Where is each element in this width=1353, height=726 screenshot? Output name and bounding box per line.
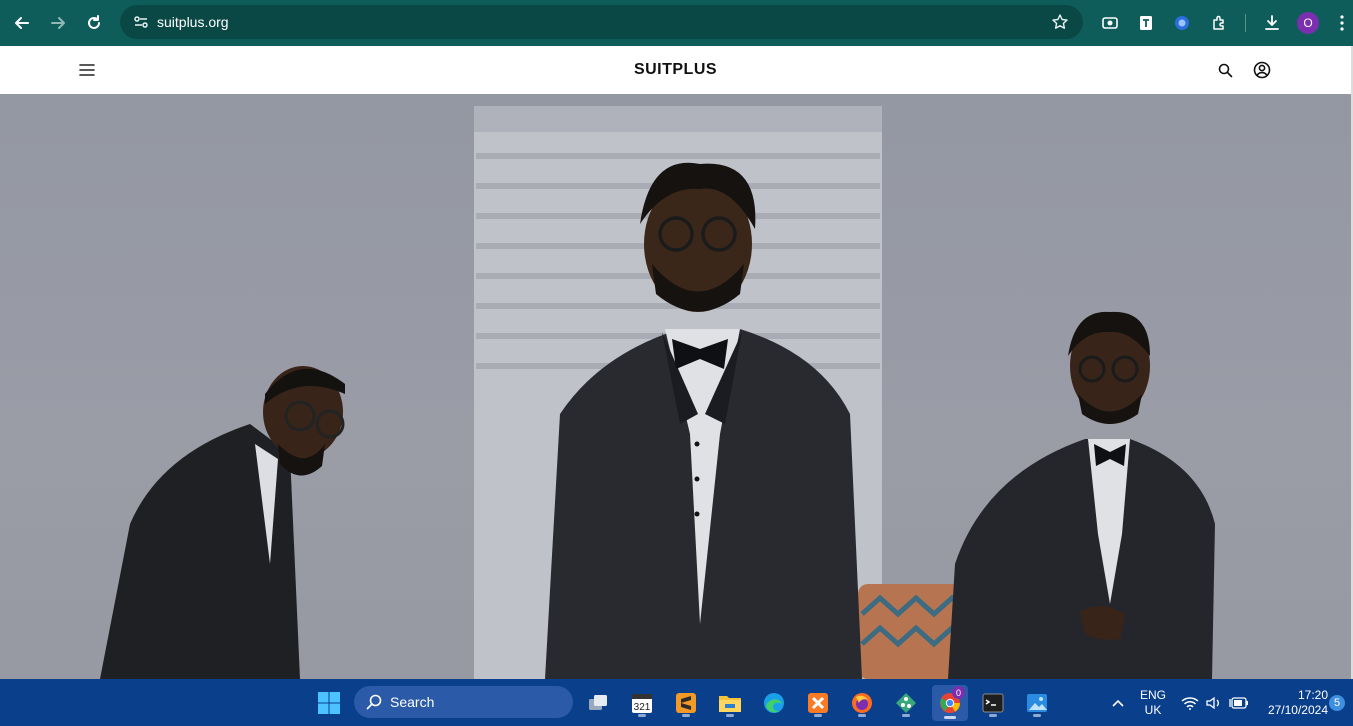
search-icon <box>366 694 382 710</box>
site-header: SUITPLUS <box>0 46 1351 94</box>
running-indicator <box>1033 714 1041 717</box>
profile-avatar[interactable]: O <box>1297 12 1319 34</box>
reload-icon[interactable] <box>76 5 112 41</box>
toolbar-divider <box>1245 14 1246 32</box>
site-info-icon[interactable] <box>126 14 156 30</box>
running-indicator <box>814 714 822 717</box>
text-extension-icon[interactable] <box>1131 8 1161 38</box>
search-icon[interactable] <box>1215 60 1235 80</box>
keyboard-layout: UK <box>1144 703 1162 717</box>
back-icon[interactable] <box>4 5 40 41</box>
site-brand: SUITPLUS <box>633 61 718 78</box>
active-indicator <box>944 716 956 719</box>
language-indicator[interactable]: ENG UK <box>1136 688 1170 718</box>
clock[interactable]: 17:20 27/10/2024 <box>1256 688 1328 718</box>
git-kraken-icon[interactable] <box>890 687 922 719</box>
windows-start-icon[interactable] <box>313 687 345 719</box>
svg-text:321: 321 <box>634 702 651 713</box>
sublime-text-icon[interactable] <box>670 687 702 719</box>
taskbar: Search 321 0 ENG UK 17:20 27/10/2024 5 <box>0 679 1353 726</box>
calendar-app-icon[interactable]: 321 <box>626 687 658 719</box>
running-indicator <box>989 714 997 717</box>
more-menu-icon[interactable] <box>1332 10 1352 36</box>
downloads-icon[interactable] <box>1257 8 1287 38</box>
photos-app-icon[interactable] <box>1021 687 1053 719</box>
volume-icon[interactable] <box>1200 687 1228 719</box>
url-text[interactable]: suitplus.org <box>157 14 229 30</box>
language-code: ENG <box>1139 688 1166 702</box>
task-view-icon[interactable] <box>582 687 614 719</box>
running-indicator <box>726 714 734 717</box>
blue-circle-extension-icon[interactable] <box>1167 8 1197 38</box>
chrome-profile-badge: 0 <box>952 686 965 699</box>
running-indicator <box>638 714 646 717</box>
chrome-taskbar-icon[interactable]: 0 <box>932 685 968 721</box>
xampp-icon[interactable] <box>802 687 834 719</box>
edge-browser-icon[interactable] <box>758 687 790 719</box>
terminal-icon[interactable] <box>977 687 1009 719</box>
hamburger-menu-icon[interactable] <box>77 60 97 80</box>
clock-date: 27/10/2024 <box>1267 703 1328 717</box>
hero-banner-image <box>0 94 1351 679</box>
battery-icon[interactable] <box>1225 687 1253 719</box>
firefox-icon[interactable] <box>846 687 878 719</box>
taskbar-search[interactable]: Search <box>354 686 573 718</box>
browser-toolbar: suitplus.org O <box>0 0 1353 46</box>
screen-capture-extension-icon[interactable] <box>1095 8 1125 38</box>
taskbar-search-label: Search <box>390 694 435 710</box>
web-page: SUITPLUS <box>0 46 1351 679</box>
account-icon[interactable] <box>1251 59 1273 81</box>
clock-time: 17:20 <box>1297 688 1328 702</box>
running-indicator <box>858 714 866 717</box>
extensions-puzzle-icon[interactable] <box>1204 8 1234 38</box>
file-explorer-icon[interactable] <box>714 687 746 719</box>
address-bar[interactable]: suitplus.org <box>120 5 1083 39</box>
forward-icon[interactable] <box>40 5 76 41</box>
show-hidden-icons-chevron-icon[interactable] <box>1104 687 1132 719</box>
bookmark-star-icon[interactable] <box>1051 13 1069 36</box>
running-indicator <box>682 714 690 717</box>
notification-count-badge[interactable]: 5 <box>1329 695 1345 711</box>
running-indicator <box>902 714 910 717</box>
